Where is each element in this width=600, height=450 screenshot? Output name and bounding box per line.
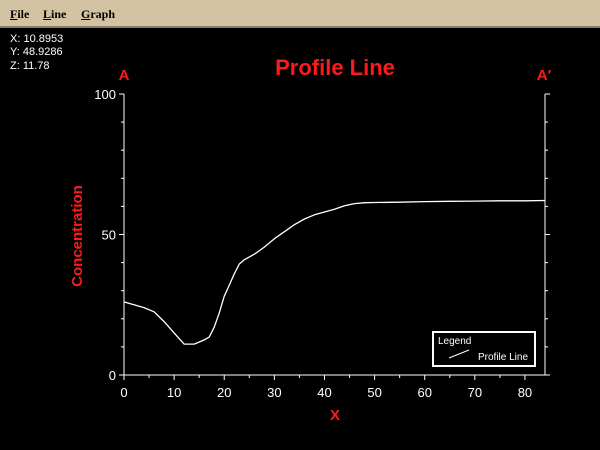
chart-title: Profile Line: [275, 55, 395, 80]
x-axis-label: X: [330, 407, 340, 424]
x-tick-label: 10: [167, 385, 181, 400]
profile-end-label: A′: [537, 67, 552, 84]
y-tick-label: 100: [94, 87, 116, 102]
x-tick-label: 40: [317, 385, 331, 400]
x-tick-label: 50: [367, 385, 381, 400]
profile-chart: Profile Line A A′ 0 10 20 30 40 50 60 70 80 0 50 10…: [69, 55, 552, 424]
x-tick-label: 30: [267, 385, 281, 400]
x-tick-label: 70: [468, 385, 482, 400]
y-tick-label: 50: [102, 228, 116, 243]
x-tick-label: 20: [217, 385, 231, 400]
series-group: [123, 199, 546, 345]
x-tick-label: 80: [518, 385, 532, 400]
legend-box: Legend Profile Line: [432, 331, 536, 367]
x-tick-label: 0: [120, 385, 127, 400]
series-line-profile-line: [123, 199, 546, 345]
profile-start-label: A: [119, 67, 130, 84]
x-tick-label: 60: [417, 385, 431, 400]
legend-entry-profile-line: Profile Line: [478, 352, 528, 363]
y-axis-label: Concentration: [69, 185, 86, 287]
profile-line-window: File Line Graph X: 10.8953 Y: 48.9286 Z:…: [0, 0, 600, 450]
legend-title: Legend: [438, 336, 471, 347]
y-tick-label: 0: [109, 368, 116, 383]
